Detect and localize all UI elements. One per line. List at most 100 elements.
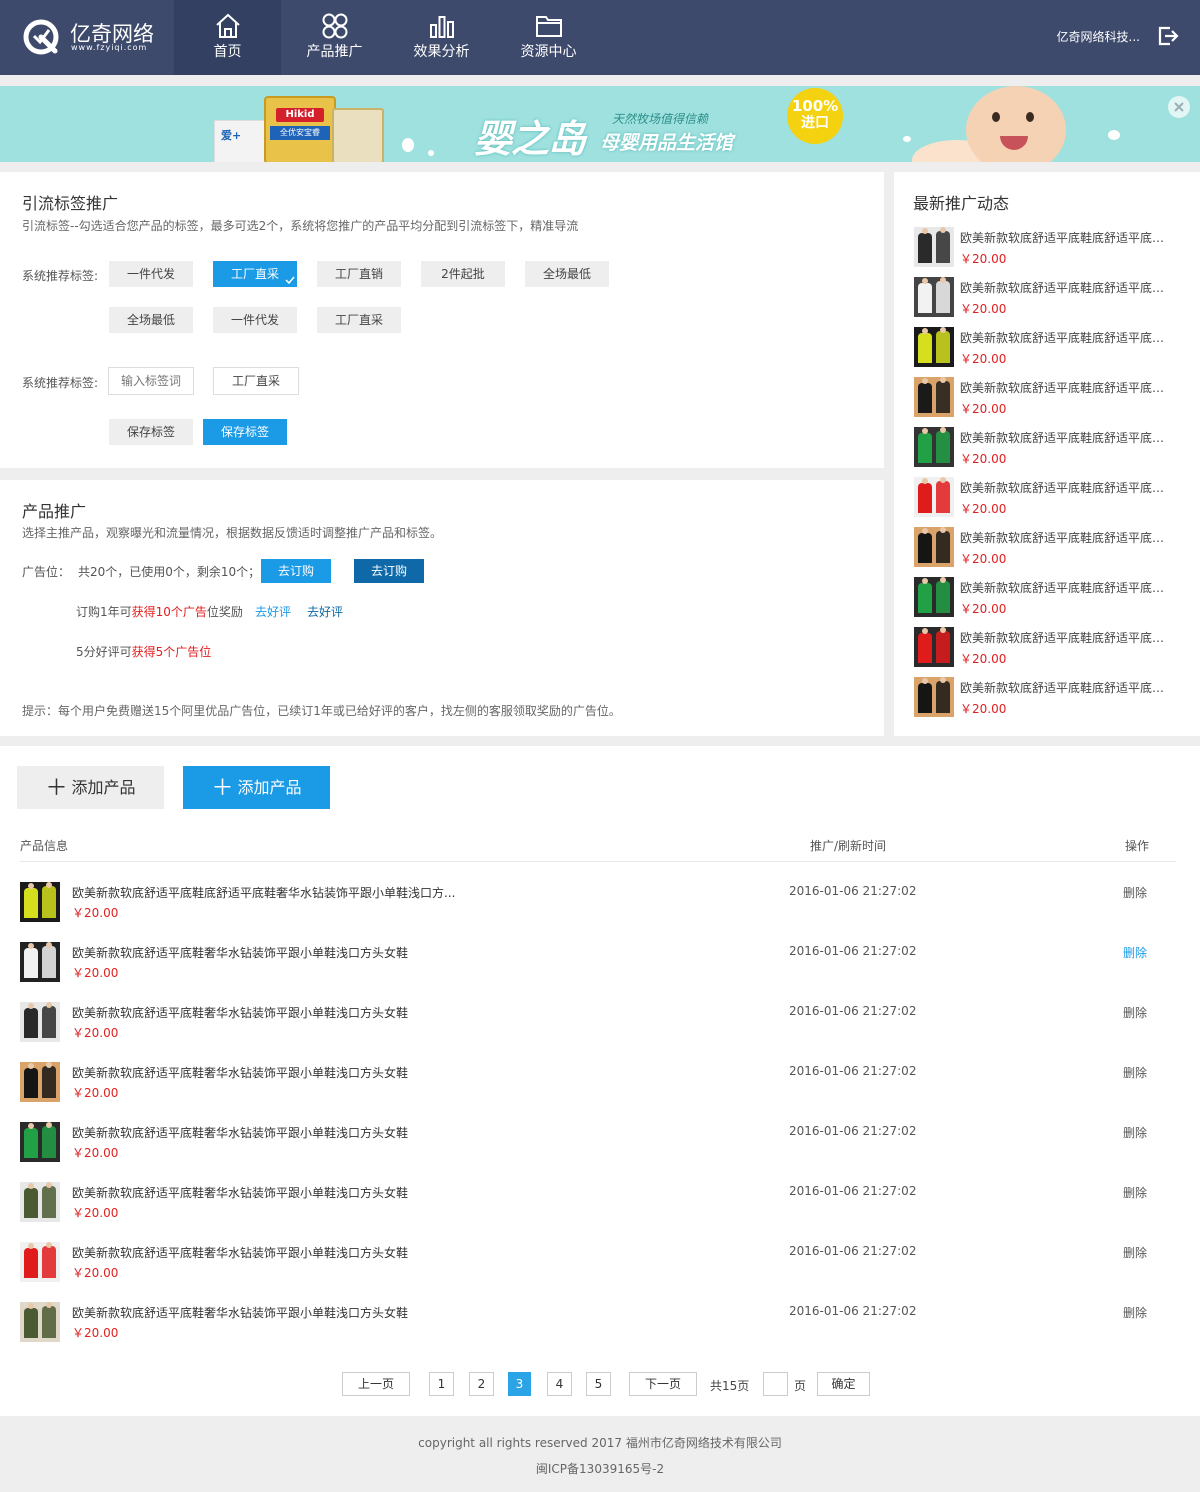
product-thumbnail[interactable] [914, 477, 954, 517]
product-thumbnail[interactable] [20, 1002, 60, 1042]
company-name[interactable]: 亿奇网络科技... [1010, 28, 1140, 45]
nav-resource-center[interactable]: 资源中心 [495, 0, 602, 75]
feed-item-title[interactable]: 欧美新款软底舒适平底鞋底舒适平底舒适平底鞋 [960, 229, 1172, 246]
footer-copyright: copyright all rights reserved 2017 福州市亿奇… [418, 1436, 782, 1450]
page-button[interactable]: 1 [429, 1372, 454, 1396]
confirm-page-button[interactable]: 确定 [817, 1372, 870, 1396]
ad-banner[interactable]: 爱+ Hikid 全优安宝睿 婴之岛 母婴用品生活馆 天然牧场值得信赖 100%… [0, 86, 1200, 162]
product-thumbnail[interactable] [914, 277, 954, 317]
tag-option[interactable]: 一件代发 [109, 261, 193, 287]
feed-item-title[interactable]: 欧美新款软底舒适平底鞋底舒适平底舒适平底鞋 [960, 429, 1172, 446]
review-link[interactable]: 去好评 [255, 603, 291, 620]
tag-option-selected[interactable]: 工厂直采 [213, 261, 297, 287]
product-title[interactable]: 欧美新款软底舒适平底鞋奢华水钻装饰平跟小单鞋浅口方头女鞋 [72, 1064, 408, 1081]
logo[interactable]: 亿奇网络 www.fzyiqi.com [22, 16, 172, 58]
page-button[interactable]: 4 [547, 1372, 572, 1396]
product-thumbnail[interactable] [20, 1062, 60, 1102]
delete-link[interactable]: 删除 [1123, 1004, 1147, 1021]
feed-item[interactable]: 欧美新款软底舒适平底鞋底舒适平底舒适平底鞋 ￥20.00 [914, 627, 1194, 667]
feed-item[interactable]: 欧美新款软底舒适平底鞋底舒适平底舒适平底鞋 ￥20.00 [914, 677, 1194, 717]
feed-item[interactable]: 欧美新款软底舒适平底鞋底舒适平底舒适平底鞋 ￥20.00 [914, 227, 1194, 267]
next-page-button[interactable]: 下一页 [629, 1372, 697, 1396]
page-button-current[interactable]: 3 [508, 1372, 531, 1396]
page-button[interactable]: 2 [469, 1372, 494, 1396]
prev-page-button[interactable]: 上一页 [342, 1372, 410, 1396]
feed-item[interactable]: 欧美新款软底舒适平底鞋底舒适平底舒适平底鞋 ￥20.00 [914, 577, 1194, 617]
feed-item[interactable]: 欧美新款软底舒适平底鞋底舒适平底舒适平底鞋 ￥20.00 [914, 377, 1194, 417]
save-tags-button-primary[interactable]: 保存标签 [203, 419, 287, 445]
tag-option[interactable]: 工厂直采 [317, 307, 401, 333]
subscribe-button[interactable]: 去订购 [261, 559, 331, 583]
tag-option[interactable]: 2件起批 [421, 261, 505, 287]
nav-effect-analysis[interactable]: 效果分析 [388, 0, 495, 75]
feed-item-title[interactable]: 欧美新款软底舒适平底鞋底舒适平底舒适平底鞋 [960, 329, 1172, 346]
banner-badge-import: 进口 [801, 115, 829, 131]
feed-item[interactable]: 欧美新款软底舒适平底鞋底舒适平底舒适平底鞋 ￥20.00 [914, 277, 1194, 317]
product-thumbnail[interactable] [914, 427, 954, 467]
feed-item[interactable]: 欧美新款软底舒适平底鞋底舒适平底舒适平底鞋 ￥20.00 [914, 527, 1194, 567]
feed-item[interactable]: 欧美新款软底舒适平底鞋底舒适平底舒适平底鞋 ￥20.00 [914, 327, 1194, 367]
feed-item-title[interactable]: 欧美新款软底舒适平底鞋底舒适平底舒适平底鞋 [960, 629, 1172, 646]
feed-item[interactable]: 欧美新款软底舒适平底鞋底舒适平底舒适平底鞋 ￥20.00 [914, 477, 1194, 517]
product-thumbnail[interactable] [914, 627, 954, 667]
tag-option[interactable]: 一件代发 [213, 307, 297, 333]
product-title[interactable]: 欧美新款软底舒适平底鞋奢华水钻装饰平跟小单鞋浅口方头女鞋 [72, 1304, 408, 1321]
delete-link[interactable]: 删除 [1123, 1244, 1147, 1261]
promo-panel-desc: 选择主推产品，观察曝光和流量情况，根据数据反馈适时调整推广产品和标签。 [22, 526, 443, 540]
feed-item-title[interactable]: 欧美新款软底舒适平底鞋底舒适平底舒适平底鞋 [960, 529, 1172, 546]
delete-link[interactable]: 删除 [1123, 1304, 1147, 1321]
tag-option[interactable]: 全场最低 [525, 261, 609, 287]
nav-home[interactable]: 首页 [174, 0, 281, 75]
page-jump-input[interactable] [763, 1372, 788, 1396]
product-thumbnail[interactable] [914, 527, 954, 567]
feed-item-title[interactable]: 欧美新款软底舒适平底鞋底舒适平底舒适平底鞋 [960, 279, 1172, 296]
product-thumbnail[interactable] [914, 227, 954, 267]
delete-link[interactable]: 删除 [1123, 944, 1147, 961]
tag-option[interactable]: 工厂直销 [317, 261, 401, 287]
delete-link[interactable]: 删除 [1123, 1064, 1147, 1081]
feed-item-title[interactable]: 欧美新款软底舒适平底鞋底舒适平底舒适平底鞋 [960, 579, 1172, 596]
logout-button[interactable] [1156, 24, 1180, 52]
delete-link[interactable]: 删除 [1123, 1124, 1147, 1141]
product-title[interactable]: 欧美新款软底舒适平底鞋奢华水钻装饰平跟小单鞋浅口方头女鞋 [72, 1184, 408, 1201]
product-thumbnail[interactable] [20, 1242, 60, 1282]
banner-close-button[interactable] [1168, 96, 1190, 118]
feed-item-price: ￥20.00 [960, 502, 1007, 516]
reward-review-pre: 5分好评可 [76, 645, 132, 659]
product-thumbnail[interactable] [914, 677, 954, 717]
product-thumbnail[interactable] [20, 1302, 60, 1342]
product-thumbnail[interactable] [20, 882, 60, 922]
product-thumbnail[interactable] [914, 377, 954, 417]
product-refresh-time: 2016-01-06 21:27:02 [789, 884, 917, 898]
tag-option[interactable]: 全场最低 [109, 307, 193, 333]
product-thumbnail[interactable] [20, 1182, 60, 1222]
delete-link[interactable]: 删除 [1123, 884, 1147, 901]
add-product-button-secondary[interactable]: ＋添加产品 [17, 766, 164, 809]
nav-product-promotion[interactable]: 产品推广 [281, 0, 388, 75]
banner-baby-image [912, 86, 1076, 162]
feed-item-title[interactable]: 欧美新款软底舒适平底鞋底舒适平底舒适平底鞋 [960, 679, 1172, 696]
product-title[interactable]: 欧美新款软底舒适平底鞋奢华水钻装饰平跟小单鞋浅口方头女鞋 [72, 1244, 408, 1261]
review-link-active[interactable]: 去好评 [307, 603, 343, 620]
tag-option-selected-label: 工厂直采 [230, 267, 279, 281]
product-thumbnail[interactable] [914, 577, 954, 617]
subscribe-button-active[interactable]: 去订购 [354, 559, 424, 583]
product-title[interactable]: 欧美新款软底舒适平底鞋奢华水钻装饰平跟小单鞋浅口方头女鞋 [72, 1004, 408, 1021]
custom-tag-chip[interactable]: 工厂直采 [213, 367, 299, 395]
delete-link[interactable]: 删除 [1123, 1184, 1147, 1201]
product-title[interactable]: 欧美新款软底舒适平底鞋底舒适平底鞋奢华水钻装饰平跟小单鞋浅口方... [72, 884, 455, 901]
product-price: ￥20.00 [72, 1206, 119, 1220]
feed-item-title[interactable]: 欧美新款软底舒适平底鞋底舒适平底舒适平底鞋 [960, 379, 1172, 396]
product-thumbnail[interactable] [20, 1122, 60, 1162]
page-button[interactable]: 5 [586, 1372, 611, 1396]
add-product-button-primary[interactable]: ＋添加产品 [183, 766, 330, 809]
feed-item-price: ￥20.00 [960, 602, 1007, 616]
product-thumbnail[interactable] [914, 327, 954, 367]
save-tags-button-secondary[interactable]: 保存标签 [109, 419, 193, 445]
feed-item-title[interactable]: 欧美新款软底舒适平底鞋底舒适平底舒适平底鞋 [960, 479, 1172, 496]
product-thumbnail[interactable] [20, 942, 60, 982]
product-title[interactable]: 欧美新款软底舒适平底鞋奢华水钻装饰平跟小单鞋浅口方头女鞋 [72, 944, 408, 961]
product-title[interactable]: 欧美新款软底舒适平底鞋奢华水钻装饰平跟小单鞋浅口方头女鞋 [72, 1124, 408, 1141]
tag-keyword-input[interactable] [108, 367, 194, 395]
feed-item[interactable]: 欧美新款软底舒适平底鞋底舒适平底舒适平底鞋 ￥20.00 [914, 427, 1194, 467]
